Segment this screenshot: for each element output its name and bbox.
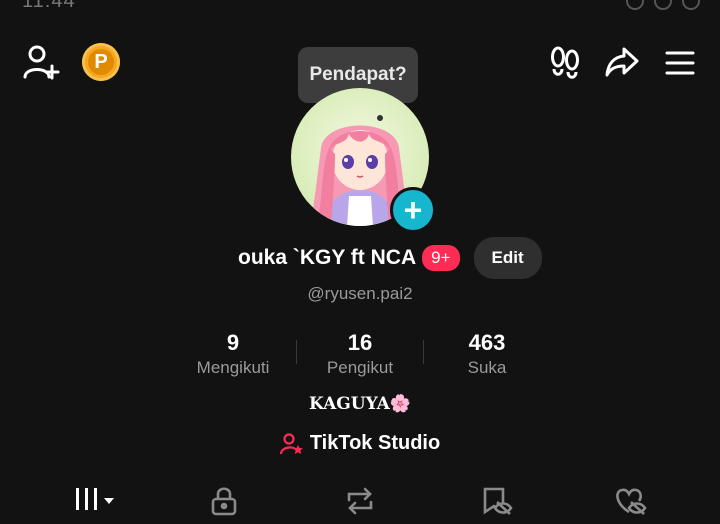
- name-row: ouka `KGY ft NCA 9+ Edit: [238, 236, 542, 280]
- bio: KAGUYA🌸: [308, 394, 412, 414]
- stat-likes[interactable]: 463 Suka: [424, 330, 550, 378]
- display-name: ouka `KGY ft NCA: [238, 246, 417, 269]
- stat-value: 463: [468, 330, 506, 355]
- notification-badge[interactable]: 9+: [422, 245, 460, 271]
- stat-label: Pengikut: [326, 358, 394, 377]
- points-button[interactable]: P: [82, 43, 120, 81]
- stats-row: 9 Mengikuti 16 Pengikut 463 Suka: [170, 330, 550, 378]
- stat-followers[interactable]: 16 Pengikut: [297, 330, 423, 378]
- username: @ryusen.pai2: [307, 284, 413, 303]
- points-icon: P: [88, 49, 114, 75]
- stat-following[interactable]: 9 Mengikuti: [170, 330, 296, 378]
- favorites-hidden-icon[interactable]: [481, 486, 513, 521]
- status-icons: [626, 0, 700, 10]
- tiktok-studio-link[interactable]: TikTok Studio: [0, 432, 720, 455]
- status-time: 11:44: [22, 0, 76, 12]
- stat-label: Suka: [467, 358, 507, 377]
- profile-tabs: [0, 478, 720, 524]
- share-icon[interactable]: [604, 46, 640, 78]
- stat-value: 16: [347, 330, 373, 355]
- add-avatar-button[interactable]: +: [390, 187, 436, 233]
- studio-person-star-icon: [279, 432, 304, 455]
- liked-hidden-icon[interactable]: [613, 486, 647, 521]
- videos-tab-icon[interactable]: [74, 486, 118, 517]
- stat-label: Mengikuti: [196, 358, 270, 377]
- person-add-icon[interactable]: [22, 44, 60, 80]
- repost-icon[interactable]: [344, 486, 376, 521]
- studio-label: TikTok Studio: [309, 432, 441, 454]
- edit-profile-button[interactable]: Edit: [473, 237, 542, 279]
- stat-value: 9: [226, 330, 240, 355]
- menu-icon[interactable]: [665, 50, 695, 76]
- lock-icon[interactable]: [210, 486, 238, 521]
- footprint-icon[interactable]: [549, 46, 581, 80]
